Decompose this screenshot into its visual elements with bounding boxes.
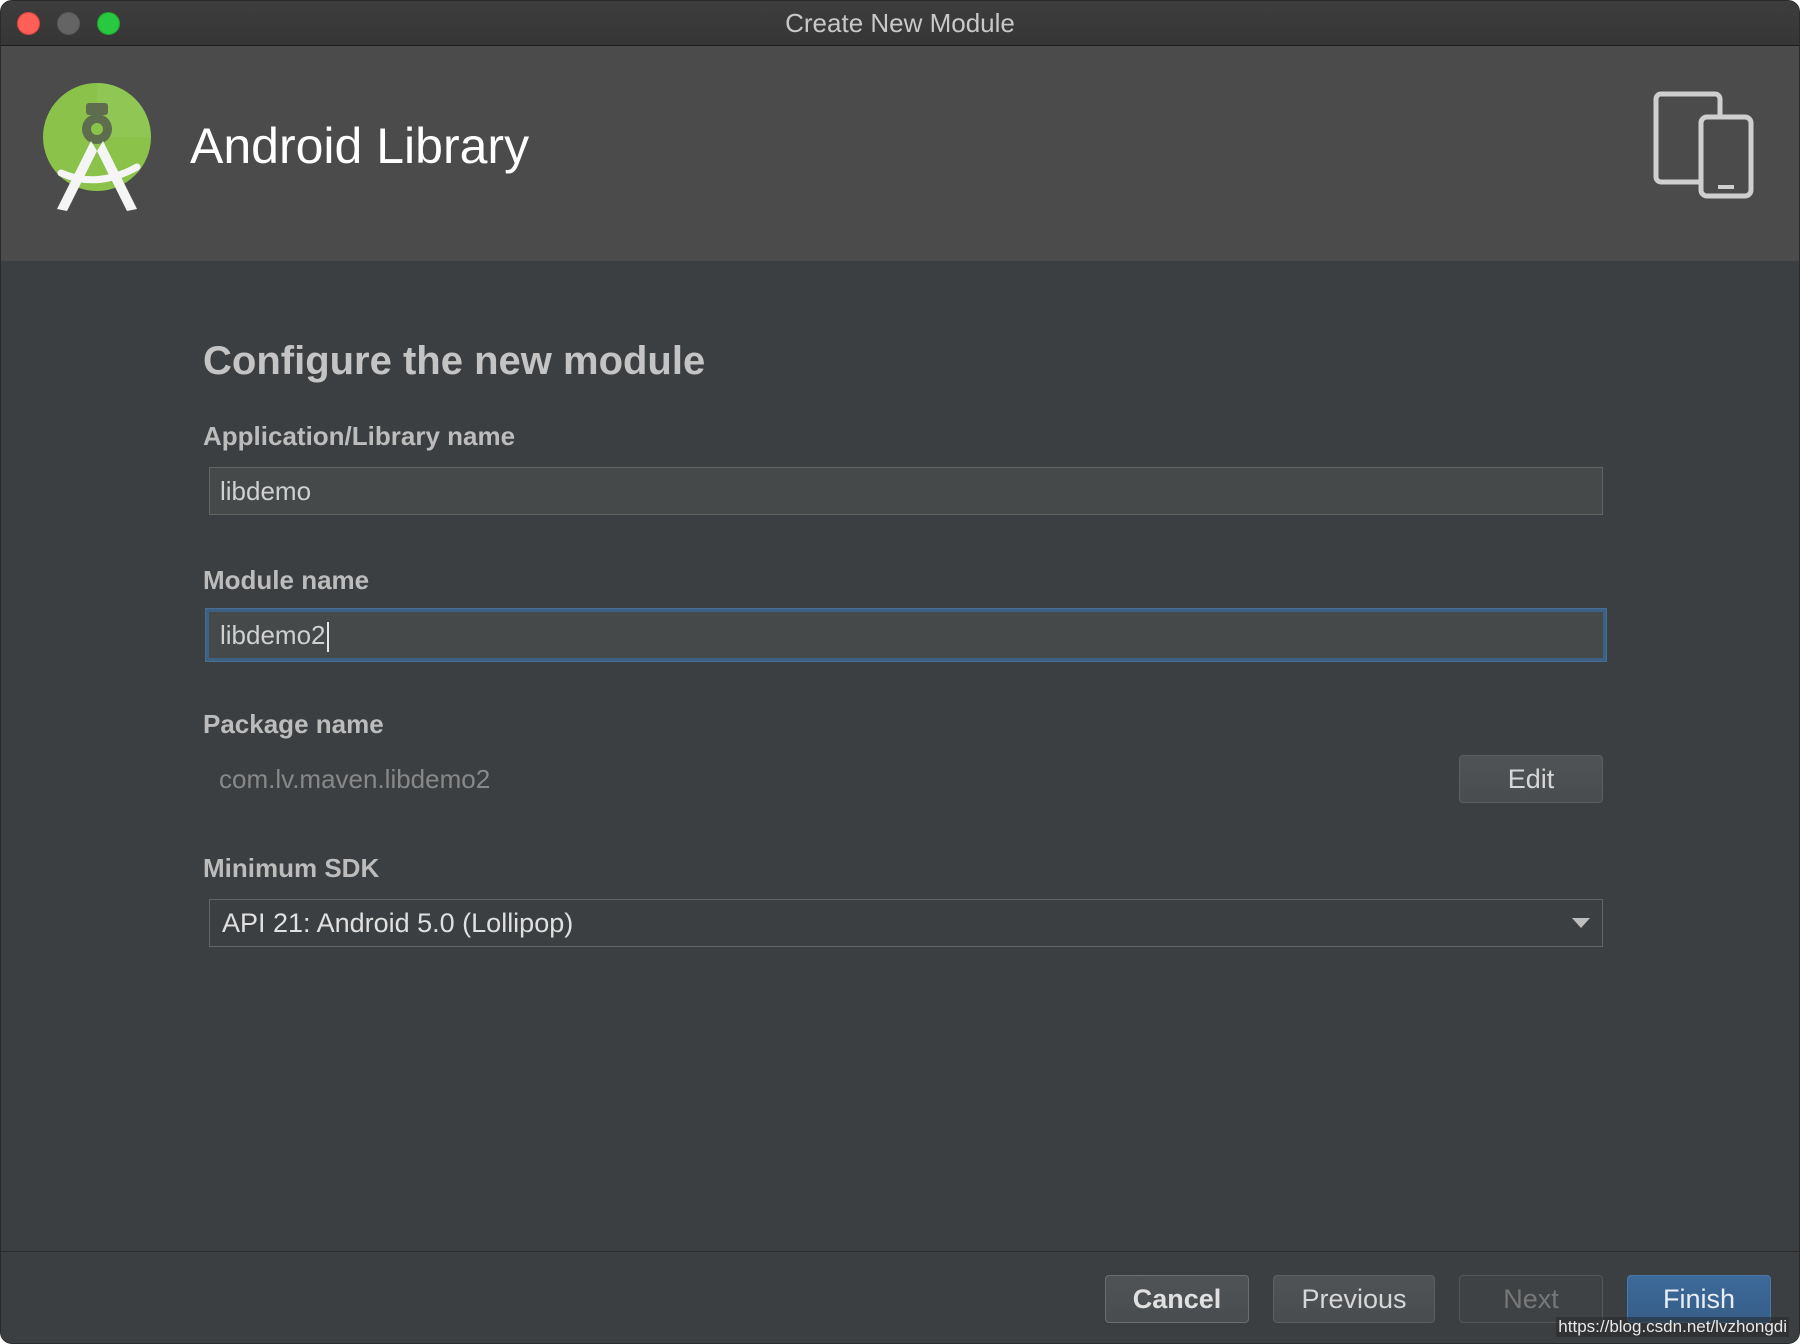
package-name-value: com.lv.maven.libdemo2 [219, 764, 491, 794]
min-sdk-label: Minimum SDK [203, 853, 380, 883]
finish-button[interactable]: Finish [1627, 1275, 1771, 1323]
title-bar: Create New Module [1, 1, 1799, 46]
module-name-field[interactable]: libdemo2 [206, 609, 1606, 661]
wizard-header: Android Library [1, 46, 1799, 261]
android-studio-logo-icon [41, 81, 153, 216]
page-title: Configure the new module [203, 339, 706, 383]
window-title: Create New Module [785, 8, 1015, 38]
chevron-down-icon [1572, 918, 1590, 928]
tablet-phone-icon [1653, 91, 1755, 199]
text-caret [326, 622, 329, 653]
module-name-value: libdemo2 [220, 620, 326, 650]
create-new-module-dialog: Create New Module Android Library Config… [0, 0, 1800, 1344]
app-name-label: Application/Library name [203, 421, 516, 451]
previous-button[interactable]: Previous [1273, 1275, 1435, 1323]
watermark-text: https://blog.csdn.net/lvzhongdi [1556, 1317, 1789, 1337]
cancel-button[interactable]: Cancel [1105, 1275, 1249, 1323]
module-name-label: Module name [203, 565, 370, 595]
min-sdk-select[interactable]: API 21: Android 5.0 (Lollipop) [209, 899, 1603, 947]
app-name-field[interactable]: libdemo [209, 467, 1603, 515]
edit-package-button[interactable]: Edit [1459, 755, 1603, 803]
package-name-label: Package name [203, 709, 384, 739]
next-button: Next [1459, 1275, 1603, 1323]
min-sdk-selected-value: API 21: Android 5.0 (Lollipop) [222, 908, 574, 938]
template-title: Android Library [190, 118, 530, 174]
